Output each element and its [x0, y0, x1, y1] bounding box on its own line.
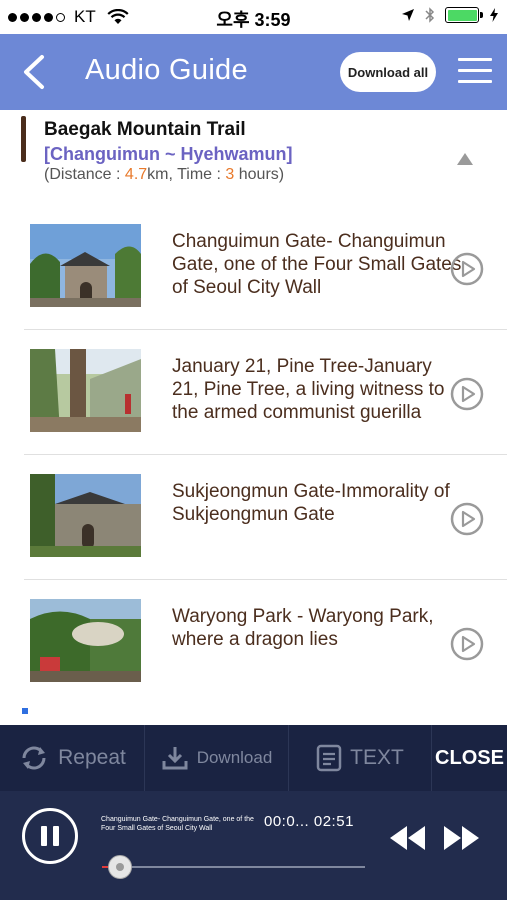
pine-tree-photo [30, 349, 141, 432]
download-label: Download [196, 748, 273, 767]
collapse-arrow-icon[interactable] [456, 152, 474, 166]
play-circle-icon[interactable] [450, 252, 484, 286]
list-item[interactable]: Waryong Park - Waryong Park, where a dra… [24, 580, 507, 705]
item-title: Changuimun Gate- Changuimun Gate, one of… [172, 231, 462, 298]
rewind-icon[interactable] [387, 823, 427, 853]
park-sign-photo [30, 599, 141, 682]
bluetooth-icon [425, 7, 435, 23]
playback-time: 00:0... 02:51 [264, 813, 354, 830]
text-label: TEXT [350, 746, 404, 769]
status-right [401, 7, 499, 23]
time-unit: hours) [234, 166, 285, 183]
item-title: Waryong Park - Waryong Park, where a dra… [172, 606, 434, 650]
pause-bar [53, 826, 59, 846]
play-circle-icon[interactable] [450, 377, 484, 411]
course-distance: 4.7 [124, 166, 148, 183]
list-item[interactable]: Changuimun Gate- Changuimun Gate, one of… [24, 205, 507, 330]
close-button[interactable]: CLOSE [432, 725, 507, 791]
location-arrow-icon [402, 9, 414, 21]
gate-photo [30, 224, 141, 307]
status-bar: KT 오후 3:59 [0, 0, 507, 34]
course-range: [Changuimun ~ Hyehwamun] [44, 144, 293, 164]
scroll-indicator [22, 708, 28, 714]
course-info: Baegak Mountain Trail [Changuimun ~ Hyeh… [0, 110, 507, 198]
download-icon [162, 747, 188, 770]
close-label: CLOSE [435, 746, 504, 769]
battery-icon [445, 7, 483, 23]
back-arrow-icon[interactable] [20, 54, 48, 90]
text-button[interactable]: TEXT [289, 725, 432, 791]
download-button[interactable]: Download [145, 725, 289, 791]
pause-button[interactable] [22, 808, 78, 864]
course-meta: (Distance : 4.7km, Time : 3 hours) [44, 166, 284, 184]
audio-list: Changuimun Gate- Changuimun Gate, one of… [0, 205, 507, 705]
play-circle-icon[interactable] [450, 627, 484, 661]
list-item[interactable]: January 21, Pine Tree-January 21, Pine T… [24, 330, 507, 455]
course-name: Baegak Mountain Trail [44, 119, 246, 140]
now-playing-title: Changuimun Gate- Changuimun Gate, one of… [101, 816, 254, 832]
menu-icon[interactable] [458, 58, 492, 86]
document-icon [316, 744, 342, 772]
list-item[interactable]: Sukjeongmun Gate-Immorality of Sukjeongm… [24, 455, 507, 580]
repeat-label: Repeat [58, 746, 126, 769]
repeat-icon [22, 746, 46, 770]
control-bar: Repeat Download TEXT CLOSE [0, 725, 507, 791]
gate-wall-photo [30, 474, 141, 557]
distance-unit: km, Time : [147, 166, 226, 183]
play-circle-icon[interactable] [450, 502, 484, 536]
download-all-button[interactable]: Download all [340, 52, 436, 92]
seek-handle[interactable] [108, 855, 133, 879]
duration-time: 02:51 [313, 813, 354, 830]
meta-prefix: (Distance : [44, 166, 125, 183]
app-header: Audio Guide Download all [0, 34, 507, 110]
item-title: Sukjeongmun Gate-Immorality of Sukjeongm… [172, 481, 450, 525]
page-title: Audio Guide [85, 54, 248, 86]
seek-bar[interactable] [102, 866, 365, 868]
audio-player: Changuimun Gate- Changuimun Gate, one of… [0, 791, 507, 900]
pause-bar [41, 826, 47, 846]
repeat-button[interactable]: Repeat [0, 725, 145, 791]
item-title: January 21, Pine Tree-January 21, Pine T… [172, 356, 445, 423]
list-divider [0, 715, 507, 725]
elapsed-time: 00:0... [264, 813, 310, 830]
charging-bolt-icon [490, 8, 498, 22]
course-accent-bar [21, 116, 26, 162]
fast-forward-icon[interactable] [442, 823, 482, 853]
course-time: 3 [225, 166, 235, 183]
